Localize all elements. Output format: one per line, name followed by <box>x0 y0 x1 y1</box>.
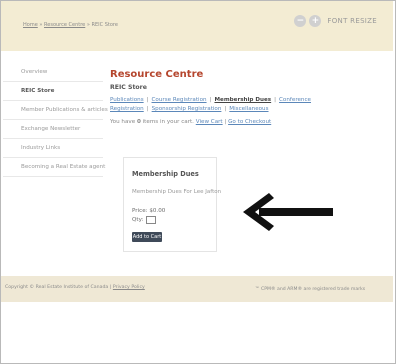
tab-separator: | <box>224 106 227 112</box>
font-decrease-button[interactable]: − <box>294 15 307 27</box>
price-label: Price: <box>132 208 148 214</box>
sidebar-item-becoming-agent[interactable]: Becoming a Real Estate agent <box>3 158 105 177</box>
copyright-text: Copyright © Real Estate Institute of Can… <box>5 285 145 290</box>
tab-miscellaneous[interactable]: Miscellaneous <box>229 106 268 112</box>
breadcrumb: Home » Resource Centre » REIC Store <box>23 22 118 28</box>
sidebar-item-exchange-newsletter[interactable]: Exchange Newsletter <box>3 120 103 139</box>
product-price: Price: $0.00 <box>132 208 165 214</box>
left-arrow-icon <box>243 193 333 231</box>
sidebar-item-industry-links[interactable]: Industry Links <box>3 139 103 158</box>
breadcrumb-current: REIC Store <box>91 22 118 28</box>
checkout-link[interactable]: Go to Checkout <box>228 119 271 125</box>
cart-suffix: items in your cart. <box>142 119 194 125</box>
main-content: Resource Centre REIC Store Publications |… <box>110 63 390 125</box>
font-resize-label: FONT RESIZE <box>327 17 377 25</box>
tab-separator: | <box>209 97 212 103</box>
cart-prefix: You have <box>110 119 136 125</box>
qty-label: Qty: <box>132 217 144 223</box>
footer-bar: Copyright © Real Estate Institute of Can… <box>1 276 393 302</box>
tab-membership-dues[interactable]: Membership Dues <box>214 97 271 103</box>
tab-sponsorship-registration[interactable]: Sponsorship Registration <box>152 106 222 112</box>
product-card: Membership Dues Membership Dues For Lee … <box>123 157 221 252</box>
tab-separator: | <box>274 97 277 103</box>
header-bar: Home » Resource Centre » REIC Store − + … <box>1 1 393 51</box>
tab-separator: | <box>146 97 149 103</box>
quantity-input[interactable] <box>146 216 157 224</box>
section-title: REIC Store <box>110 84 147 91</box>
cart-count: 0 <box>136 119 141 125</box>
privacy-policy-link[interactable]: Privacy Policy <box>113 285 145 290</box>
breadcrumb-resource-centre[interactable]: Resource Centre <box>44 22 85 28</box>
page-title: Resource Centre <box>110 69 204 80</box>
copyright-label: Copyright © Real Estate Institute of Can… <box>5 285 109 290</box>
font-increase-button[interactable]: + <box>309 15 322 27</box>
tab-publications[interactable]: Publications <box>110 97 144 103</box>
price-value: $0.00 <box>149 208 166 214</box>
sidebar-item-reic-store[interactable]: REIC Store <box>3 82 103 101</box>
cart-status: You have 0 items in your cart. View Cart… <box>110 119 272 125</box>
sidebar-item-overview[interactable]: Overview <box>3 63 103 82</box>
tab-separator: | <box>146 106 149 112</box>
product-name: Membership Dues <box>132 170 199 178</box>
font-resize-controls: − + FONT RESIZE <box>294 15 377 27</box>
product-description: Membership Dues For Lee Jafton <box>132 189 222 195</box>
trademark-text: ™ CPM® and ARM® are registered trade mar… <box>255 287 366 292</box>
sidebar-item-member-publications[interactable]: Member Publications & articles <box>3 101 108 120</box>
quantity-row: Qty: <box>132 216 157 224</box>
tab-course-registration[interactable]: Course Registration <box>152 97 207 103</box>
view-cart-link[interactable]: View Cart <box>196 119 223 125</box>
store-categories: Publications | Course Registration | Members… <box>110 96 380 114</box>
sidebar-nav: Overview REIC Store Member Publications … <box>3 63 108 177</box>
add-to-cart-button[interactable]: Add to Cart <box>132 232 162 242</box>
breadcrumb-home[interactable]: Home <box>23 22 38 28</box>
